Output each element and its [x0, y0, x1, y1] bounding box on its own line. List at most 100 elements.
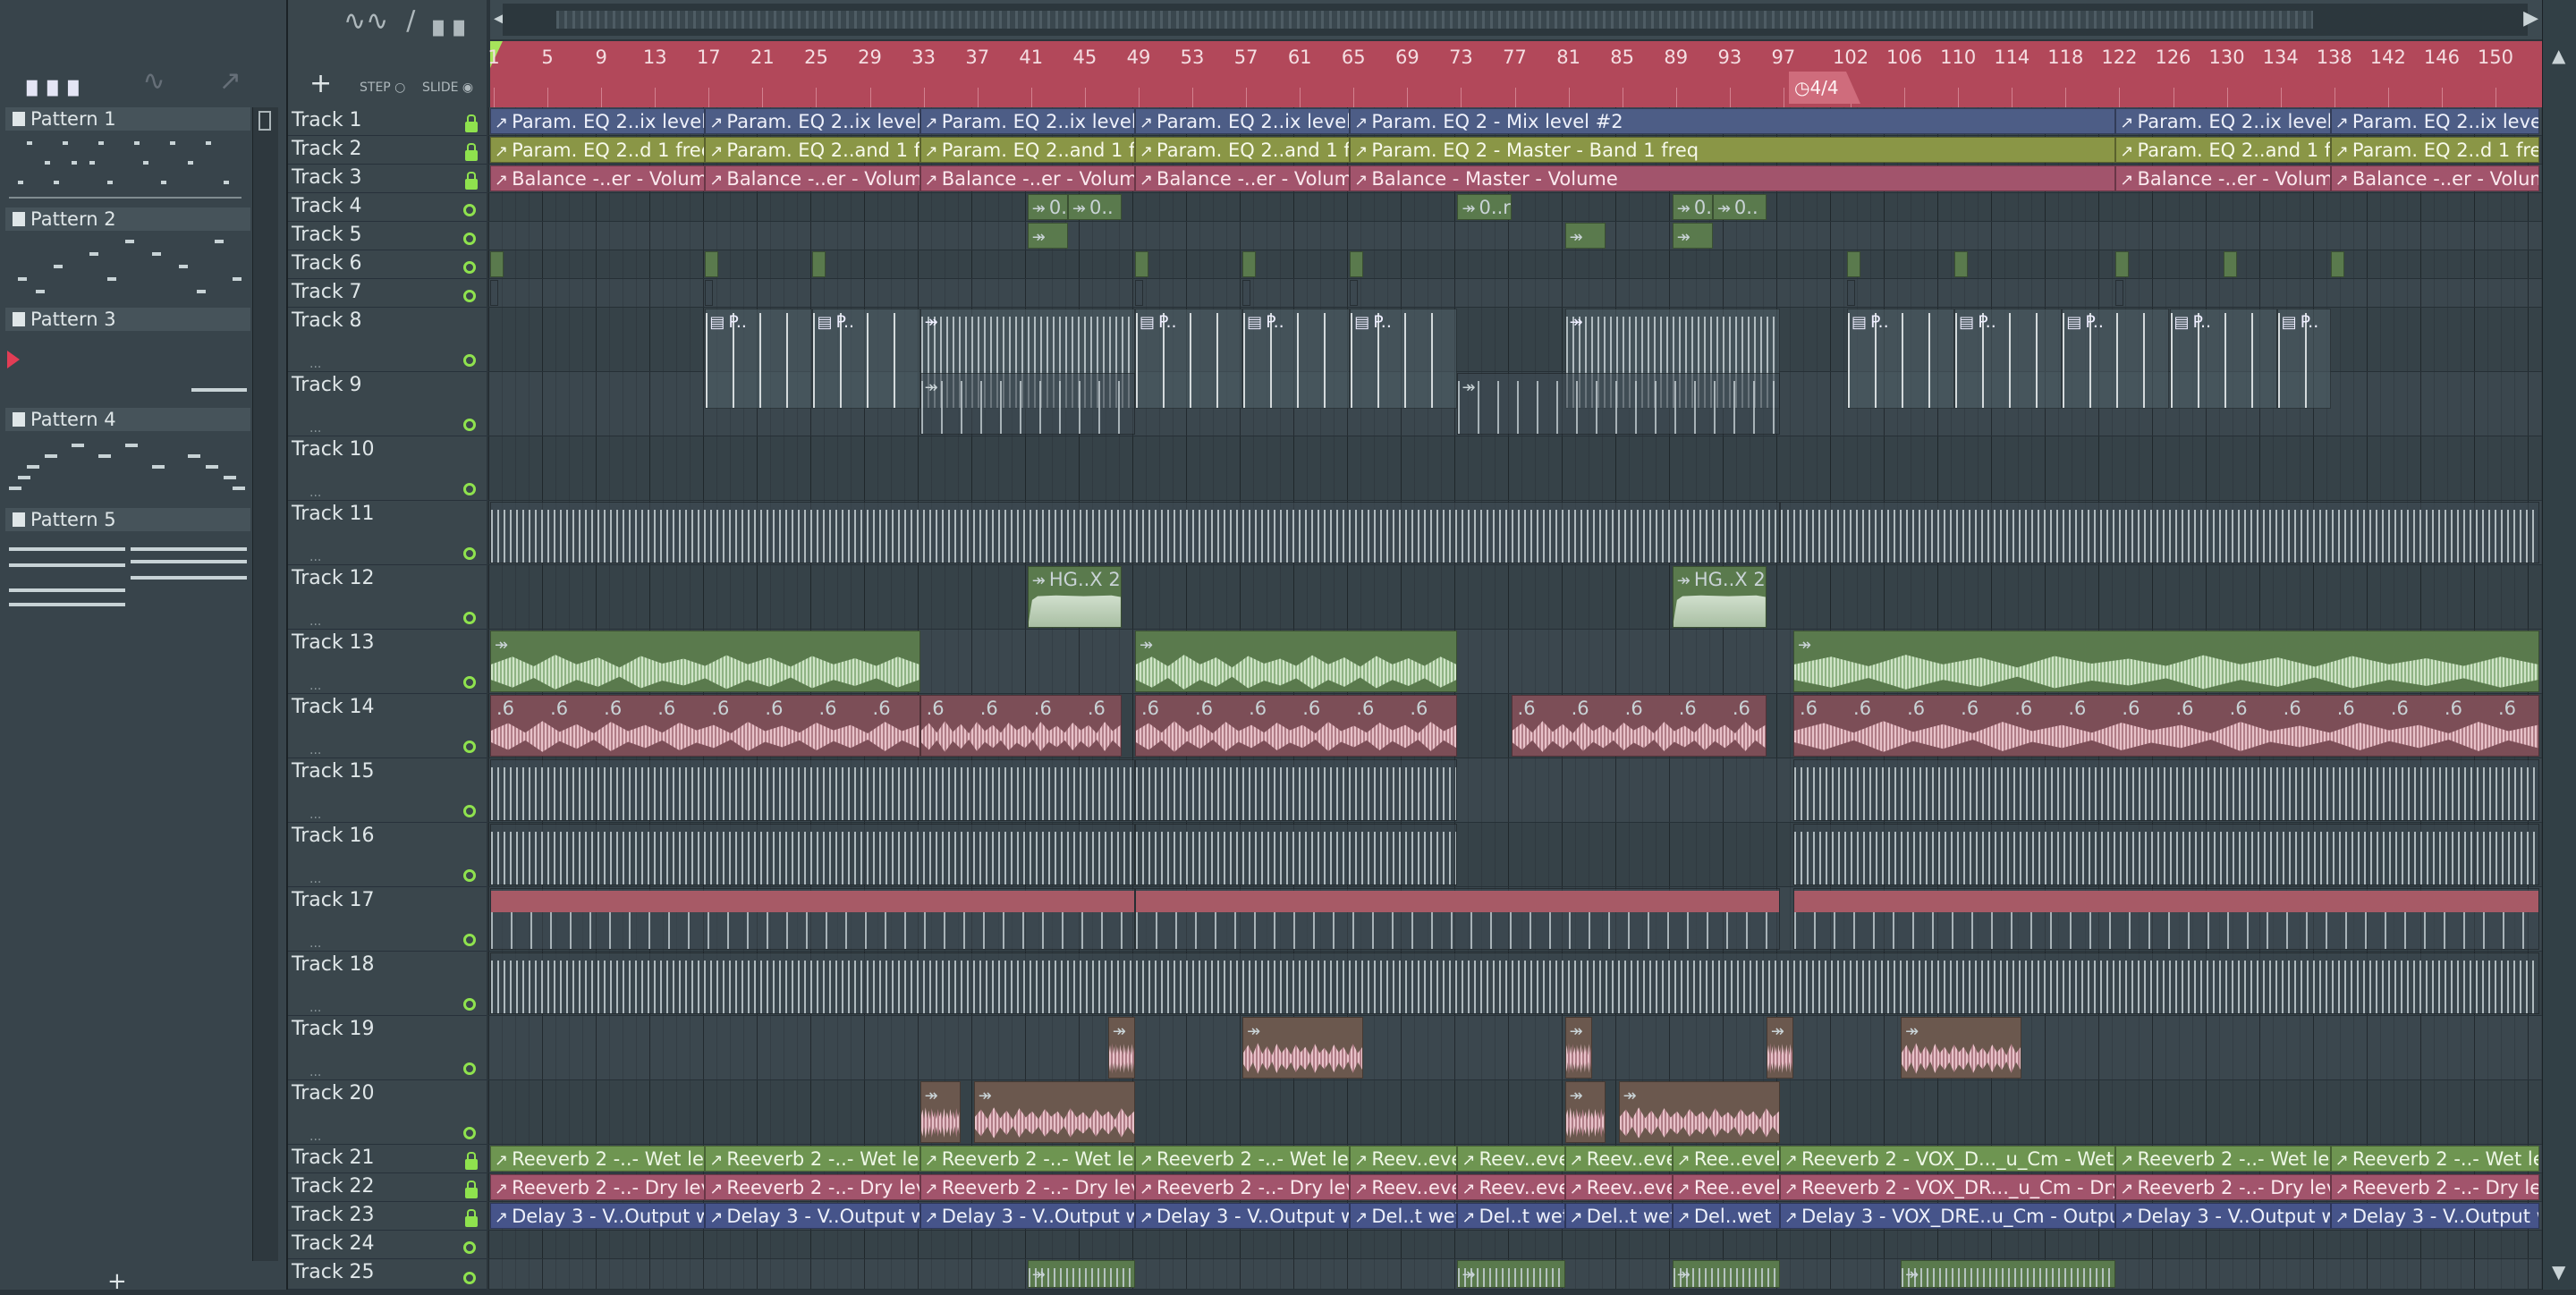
playlist-clip[interactable]: ↗Param. EQ 2..d 1 freq #2	[2330, 137, 2539, 163]
slide-toggle[interactable]: SLIDE ◉	[422, 80, 473, 95]
track-header[interactable]: Track 3	[288, 165, 487, 193]
playlist-clip[interactable]: ↗Param. EQ 2..and 1 freq	[705, 137, 920, 163]
track-lane[interactable]: ↠ ↠ ↠ ↠	[488, 1259, 2542, 1290]
playlist-clip[interactable]: ↗Delay 3 - V..Output wet	[705, 1203, 920, 1229]
track-mute-led[interactable]	[463, 805, 476, 817]
track-header[interactable]: Track 11...	[288, 501, 487, 565]
playlist-clip[interactable]: ↗Balance -..er - Volume	[919, 165, 1135, 191]
track-lane[interactable]	[488, 436, 2542, 501]
playlist-clip[interactable]: ↠	[1027, 1260, 1135, 1288]
playlist-clip[interactable]: ↠	[973, 1081, 1135, 1143]
track-name[interactable]: Track 21	[292, 1147, 375, 1169]
playlist-clip[interactable]: ↗Param. EQ 2..ix level #2	[2115, 108, 2331, 134]
track-menu-icon[interactable]: ...	[309, 486, 321, 500]
playlist-clip[interactable]: ↠	[1672, 223, 1713, 249]
track-name[interactable]: Track 1	[292, 109, 362, 131]
track-name[interactable]: Track 13	[292, 631, 375, 654]
playlist-clip[interactable]	[1134, 280, 1143, 306]
piano-keys-icon[interactable]: ▖▖	[433, 5, 474, 37]
track-header[interactable]: Track 15...	[288, 758, 487, 823]
track-lane[interactable]: ↠ ↠ ↠ ↠ ↠	[488, 1016, 2542, 1080]
playlist-clip[interactable]: ↠	[1564, 223, 1606, 249]
track-lane[interactable]	[488, 758, 2542, 823]
playlist-clip[interactable]	[1779, 502, 2539, 563]
track-header[interactable]: Track 25	[288, 1259, 487, 1290]
track-mute-led[interactable]	[463, 419, 476, 431]
playlist-clip[interactable]	[2115, 280, 2124, 306]
playlist-clip[interactable]: .6 .6 .6 .6 .6 .6 .6 .6 .6 .6 .6 .6 .6 .6	[1792, 695, 2539, 757]
song-overview-scrollbar[interactable]: ◀ ▶	[490, 0, 2542, 39]
step-toggle[interactable]: STEP ○	[360, 80, 405, 95]
playlist-clip[interactable]	[1954, 251, 1969, 277]
track-header[interactable]: Track 1	[288, 107, 487, 136]
track-header[interactable]: Track 16...	[288, 823, 487, 887]
track-header[interactable]: Track 6	[288, 250, 487, 279]
track-lane[interactable]: ↗Reeverb 2 -..- Wet level↗Reeverb 2 -..-…	[488, 1145, 2542, 1173]
playlist-clip[interactable]: .6 .6 .6 .6 .6 .6	[1134, 695, 1458, 757]
pattern-item[interactable]: Pattern 3	[5, 308, 250, 408]
track-name[interactable]: Track 24	[292, 1232, 375, 1255]
track-lane[interactable]: ↗Param. EQ 2..ix level #3↗Param. EQ 2..i…	[488, 107, 2542, 136]
track-menu-icon[interactable]: ...	[309, 808, 321, 822]
track-lane[interactable]: ↠ ↠	[488, 372, 2542, 436]
playlist-clip[interactable]: ↗Reeverb 2 - VOX_DR..._u_Cm - Dry level	[1779, 1174, 2116, 1200]
playlist-clip[interactable]: ↠0..	[1067, 194, 1122, 220]
track-name[interactable]: Track 6	[292, 252, 362, 275]
playlist-clip[interactable]: ↠	[1792, 631, 2539, 692]
playlist-clip[interactable]: .6 .6 .6 .6	[919, 695, 1122, 757]
draw-icon[interactable]: ∕	[406, 5, 415, 37]
playlist-clip[interactable]	[705, 251, 719, 277]
playlist-clip[interactable]: ↗Balance -..er - Volume	[705, 165, 920, 191]
playlist-clip[interactable]: ↠	[1564, 1017, 1592, 1079]
track-mute-led[interactable]	[463, 998, 476, 1011]
playlist-clip[interactable]	[1134, 824, 1458, 885]
playlist-clip[interactable]: ↠ HG..X 2	[1672, 566, 1767, 628]
track-name[interactable]: Track 17	[292, 889, 375, 911]
track-lane[interactable]: .6.6.6.6.6.6.6.6.6.6.6.6.6.6.6.6.6.6.6.6…	[488, 694, 2542, 758]
track-menu-icon[interactable]: ...	[309, 872, 321, 886]
waveform-icon[interactable]: ∿	[142, 65, 165, 97]
track-name[interactable]: Track 14	[292, 696, 375, 718]
track-header[interactable]: Track 7	[288, 279, 487, 308]
playlist-clip[interactable]	[1847, 251, 1861, 277]
playlist-clip[interactable]: ↗Reeverb 2 -..- Dry level	[919, 1174, 1135, 1200]
playlist-clip[interactable]: ↗Param. EQ 2..and 1 freq	[919, 137, 1135, 163]
track-mute-led[interactable]	[463, 261, 476, 274]
playlist-grid[interactable]: ↗Param. EQ 2..ix level #3↗Param. EQ 2..i…	[488, 107, 2542, 1290]
scroll-up-arrow-icon[interactable]: ▲	[2552, 45, 2565, 66]
playlist-clip[interactable]	[490, 251, 504, 277]
track-name[interactable]: Track 20	[292, 1082, 375, 1105]
playlist-clip[interactable]: ↗Delay 3 - VOX_DRE..u_Cm - Output wet	[1779, 1203, 2116, 1229]
playlist-clip[interactable]	[1134, 759, 1458, 821]
playlist-clip[interactable]: ↗ Del..t wet	[1457, 1203, 1565, 1229]
track-mute-led[interactable]	[463, 741, 476, 753]
playlist-clip[interactable]: ↠	[919, 373, 1135, 435]
track-name[interactable]: Track 4	[292, 195, 362, 217]
track-lane[interactable]: ↠0..↠0..↠0..r↠0..↠0..	[488, 193, 2542, 222]
playlist-clip[interactable]: ↗ Ree..evel	[1672, 1174, 1780, 1200]
lock-icon[interactable]	[465, 1152, 478, 1170]
track-menu-icon[interactable]: ...	[309, 936, 321, 951]
track-header[interactable]: Track 23	[288, 1202, 487, 1231]
playlist-clip[interactable]	[1792, 759, 2539, 821]
playlist-clip[interactable]	[1792, 824, 2539, 885]
playlist-clip[interactable]: ↠	[1672, 1260, 1780, 1288]
track-name[interactable]: Track 12	[292, 567, 375, 589]
playlist-clip[interactable]: ↗Balance -..er - Volume	[2330, 165, 2539, 191]
pattern-item[interactable]: Pattern 2	[5, 207, 250, 308]
playlist-clip[interactable]: ↠0..	[1712, 194, 1767, 220]
playlist-clip[interactable]	[812, 251, 826, 277]
playlist-clip[interactable]: ↗Reeverb 2 -..- Dry level	[490, 1174, 706, 1200]
track-mute-led[interactable]	[463, 1127, 476, 1139]
track-header[interactable]: Track 14...	[288, 694, 487, 758]
playlist-clip[interactable]: ↗ Ree..evel	[1672, 1146, 1780, 1172]
playlist-clip[interactable]: ↗Param. EQ 2..ix level #2	[919, 108, 1135, 134]
playlist-clip[interactable]: ↗Delay 3 - V..Output wet	[2330, 1203, 2539, 1229]
playlist-clip[interactable]	[1847, 280, 1856, 306]
playlist-clip[interactable]: ↠	[490, 631, 920, 692]
track-menu-icon[interactable]: ...	[309, 1065, 321, 1079]
pattern-item[interactable]: Pattern 5	[5, 508, 250, 608]
playlist-clip[interactable]	[1350, 251, 1364, 277]
picker-scrollbar[interactable]	[252, 107, 278, 1261]
track-header[interactable]: Track 13...	[288, 630, 487, 694]
